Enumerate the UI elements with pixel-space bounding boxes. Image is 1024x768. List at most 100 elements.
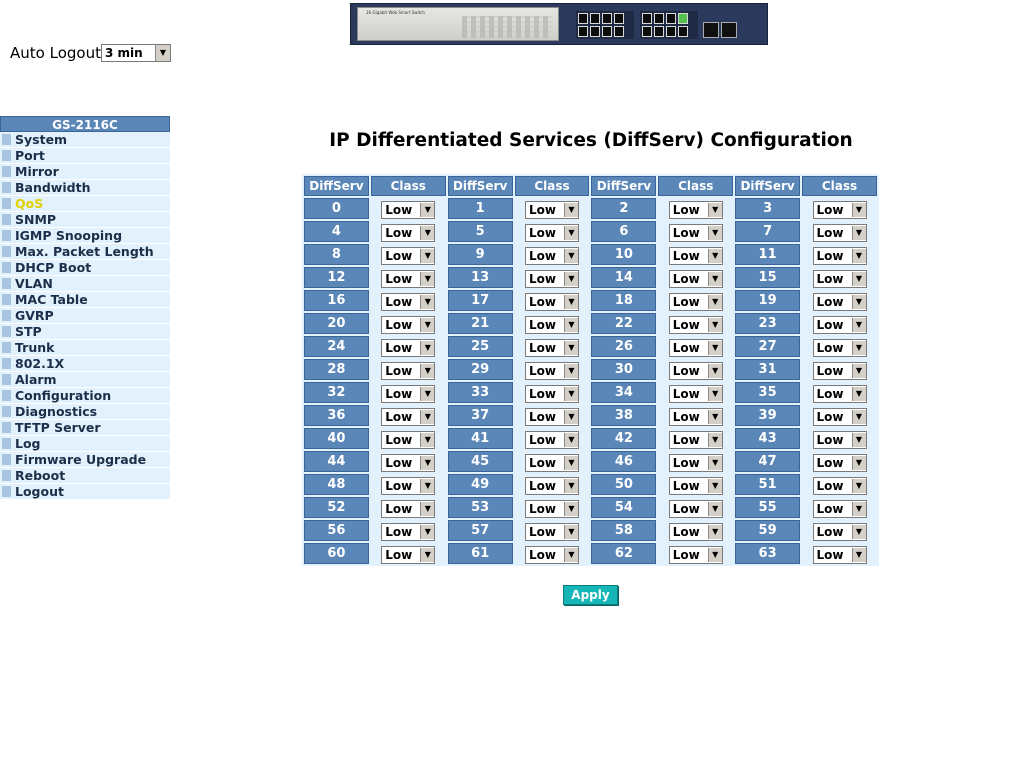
apply-button[interactable]: Apply [563,585,618,605]
class-select[interactable]: Low ▼ [381,269,436,288]
sidebar-item-log[interactable]: Log [0,436,170,452]
class-select-value: Low [385,225,413,240]
sidebar-item-mirror[interactable]: Mirror [0,164,170,180]
class-select[interactable]: Low ▼ [525,545,579,564]
sidebar-item-802-1x[interactable]: 802.1X [0,356,170,372]
class-select-value: Low [672,432,700,447]
class-select[interactable]: Low ▼ [668,315,723,334]
class-select[interactable]: Low ▼ [381,223,436,242]
class-select[interactable]: Low ▼ [668,338,723,357]
class-select[interactable]: Low ▼ [812,200,867,219]
class-select-value: Low [672,248,700,263]
sidebar-item-gvrp[interactable]: GVRP [0,308,170,324]
sidebar-item-dhcp-boot[interactable]: DHCP Boot [0,260,170,276]
class-select[interactable]: Low ▼ [668,269,723,288]
class-select[interactable]: Low ▼ [668,430,723,449]
auto-logout-select[interactable]: 3 min ▼ [100,44,171,62]
class-select[interactable]: Low ▼ [812,499,867,518]
class-select[interactable]: Low ▼ [668,407,723,426]
sidebar-item-port[interactable]: Port [0,148,170,164]
class-select[interactable]: Low ▼ [525,499,579,518]
class-select[interactable]: Low ▼ [812,545,867,564]
class-select[interactable]: Low ▼ [381,200,436,219]
sidebar-item-qos[interactable]: QoS [0,196,170,212]
class-select[interactable]: Low ▼ [668,545,723,564]
class-select[interactable]: Low ▼ [381,430,436,449]
class-select[interactable]: Low ▼ [812,453,867,472]
class-select[interactable]: Low ▼ [812,292,867,311]
class-select[interactable]: Low ▼ [668,522,723,541]
triangle-down-icon: ▼ [564,478,578,493]
class-select[interactable]: Low ▼ [525,453,579,472]
sidebar-item-snmp[interactable]: SNMP [0,212,170,228]
sidebar-item-label: Firmware Upgrade [15,452,147,467]
sidebar-item-max-packet-length[interactable]: Max. Packet Length [0,244,170,260]
sidebar-item-alarm[interactable]: Alarm [0,372,170,388]
class-cell: Low ▼ [802,221,877,242]
class-select[interactable]: Low ▼ [668,499,723,518]
triangle-down-icon: ▼ [420,271,435,286]
class-select[interactable]: Low ▼ [381,338,436,357]
class-select[interactable]: Low ▼ [381,522,436,541]
class-select[interactable]: Low ▼ [525,361,579,380]
class-select[interactable]: Low ▼ [812,361,867,380]
class-select[interactable]: Low ▼ [525,384,579,403]
class-select[interactable]: Low ▼ [525,246,579,265]
class-select[interactable]: Low ▼ [812,522,867,541]
class-select[interactable]: Low ▼ [812,384,867,403]
class-select[interactable]: Low ▼ [525,476,579,495]
class-select[interactable]: Low ▼ [668,384,723,403]
sidebar-item-igmp-snooping[interactable]: IGMP Snooping [0,228,170,244]
class-select[interactable]: Low ▼ [668,200,723,219]
diffserv-value: 55 [735,497,800,518]
class-select-value: Low [672,455,700,470]
sidebar-item-reboot[interactable]: Reboot [0,468,170,484]
class-select[interactable]: Low ▼ [812,269,867,288]
class-select[interactable]: Low ▼ [812,338,867,357]
sidebar-item-trunk[interactable]: Trunk [0,340,170,356]
class-select[interactable]: Low ▼ [381,361,436,380]
class-select[interactable]: Low ▼ [525,430,579,449]
class-select[interactable]: Low ▼ [525,315,579,334]
class-select[interactable]: Low ▼ [381,545,436,564]
class-select[interactable]: Low ▼ [381,453,436,472]
class-select[interactable]: Low ▼ [381,407,436,426]
square-bullet-icon [2,230,11,241]
sidebar-item-mac-table[interactable]: MAC Table [0,292,170,308]
class-select[interactable]: Low ▼ [381,292,436,311]
class-select[interactable]: Low ▼ [812,223,867,242]
class-select[interactable]: Low ▼ [668,476,723,495]
class-select[interactable]: Low ▼ [525,269,579,288]
class-select[interactable]: Low ▼ [381,499,436,518]
triangle-down-icon: ▼ [851,524,866,539]
sidebar-item-vlan[interactable]: VLAN [0,276,170,292]
class-select[interactable]: Low ▼ [812,407,867,426]
class-select[interactable]: Low ▼ [812,430,867,449]
class-select[interactable]: Low ▼ [381,476,436,495]
class-select[interactable]: Low ▼ [812,315,867,334]
class-select[interactable]: Low ▼ [525,407,579,426]
class-select[interactable]: Low ▼ [381,246,436,265]
class-select[interactable]: Low ▼ [668,453,723,472]
class-select[interactable]: Low ▼ [668,223,723,242]
sidebar-item-tftp-server[interactable]: TFTP Server [0,420,170,436]
class-select[interactable]: Low ▼ [525,292,579,311]
class-select[interactable]: Low ▼ [668,361,723,380]
class-select[interactable]: Low ▼ [812,246,867,265]
class-select[interactable]: Low ▼ [525,200,579,219]
sidebar-item-bandwidth[interactable]: Bandwidth [0,180,170,196]
class-select[interactable]: Low ▼ [525,522,579,541]
class-select[interactable]: Low ▼ [668,292,723,311]
class-select[interactable]: Low ▼ [812,476,867,495]
class-select[interactable]: Low ▼ [668,246,723,265]
class-select[interactable]: Low ▼ [381,384,436,403]
sidebar-item-firmware-upgrade[interactable]: Firmware Upgrade [0,452,170,468]
sidebar-item-stp[interactable]: STP [0,324,170,340]
class-select[interactable]: Low ▼ [381,315,436,334]
sidebar-item-configuration[interactable]: Configuration [0,388,170,404]
sidebar-item-logout[interactable]: Logout [0,484,170,500]
class-select[interactable]: Low ▼ [525,223,579,242]
class-select[interactable]: Low ▼ [525,338,579,357]
sidebar-item-system[interactable]: System [0,132,170,148]
sidebar-item-diagnostics[interactable]: Diagnostics [0,404,170,420]
